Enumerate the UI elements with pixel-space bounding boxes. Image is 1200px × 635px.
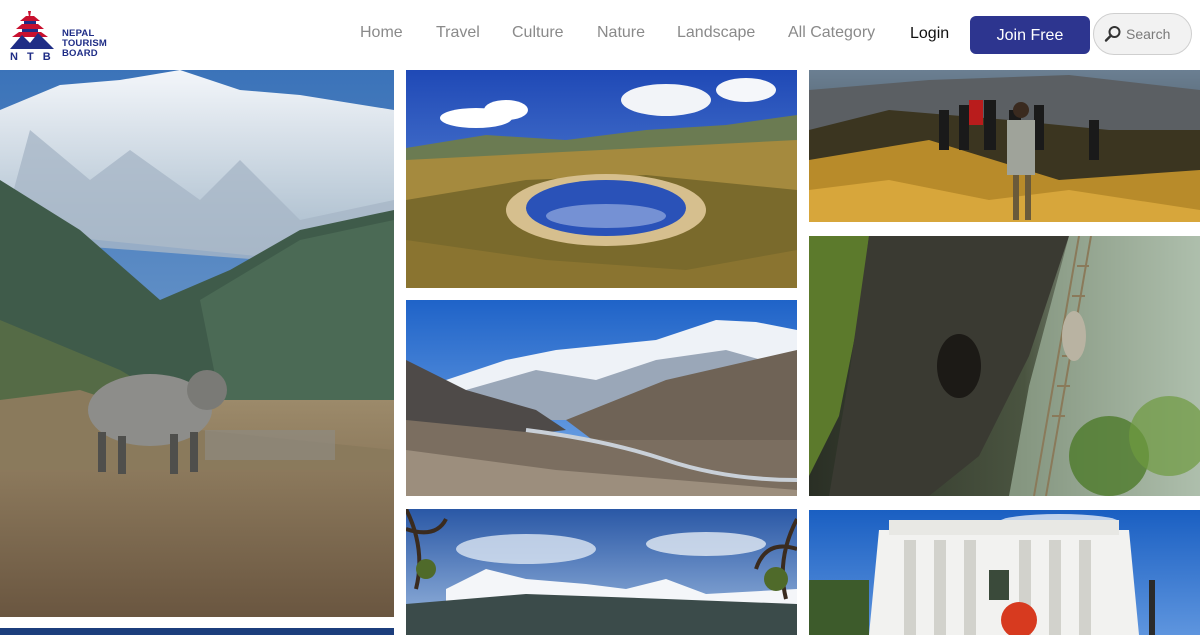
gallery-photo-mountain-view-branches[interactable] bbox=[406, 509, 797, 635]
gallery-photo-white-palace-building[interactable] bbox=[809, 510, 1200, 635]
nav-all-category[interactable]: All Category bbox=[788, 24, 875, 42]
brand-abbr: N T B bbox=[10, 51, 54, 63]
himalayan-valley-image bbox=[406, 300, 797, 496]
brand-line-3: BOARD bbox=[62, 48, 98, 59]
gallery-photo-trekkers-hill[interactable] bbox=[809, 70, 1200, 222]
login-link[interactable]: Login bbox=[910, 25, 949, 43]
ntb-logo[interactable]: NEPAL TOURISM BOARD N T B bbox=[8, 9, 118, 65]
gallery-photo-honey-hunter-cliff[interactable] bbox=[809, 236, 1200, 496]
search-icon bbox=[1104, 26, 1121, 42]
gallery-photo-partial-bottom[interactable] bbox=[0, 628, 394, 635]
join-free-button[interactable]: Join Free bbox=[970, 16, 1090, 54]
search-input[interactable] bbox=[1126, 24, 1188, 44]
gallery-photo-alpine-lake[interactable] bbox=[406, 70, 797, 288]
site-header: NEPAL TOURISM BOARD N T B Home Travel Cu… bbox=[0, 0, 1200, 70]
search-box[interactable] bbox=[1093, 13, 1192, 55]
nav-culture[interactable]: Culture bbox=[512, 24, 564, 42]
honey-hunter-cliff-image bbox=[809, 236, 1200, 496]
gallery-photo-himalayan-valley[interactable] bbox=[406, 300, 797, 496]
alpine-lake-image bbox=[406, 70, 797, 288]
nav-nature[interactable]: Nature bbox=[597, 24, 645, 42]
white-palace-building-image bbox=[809, 510, 1200, 635]
nav-travel[interactable]: Travel bbox=[436, 24, 480, 42]
trekkers-hill-image bbox=[809, 70, 1200, 222]
gallery-photo-mountain-yak[interactable] bbox=[0, 70, 394, 617]
mountain-yak-image bbox=[0, 70, 394, 617]
mountain-view-branches-image bbox=[406, 509, 797, 635]
nav-landscape[interactable]: Landscape bbox=[677, 24, 755, 42]
nav-home[interactable]: Home bbox=[360, 24, 403, 42]
